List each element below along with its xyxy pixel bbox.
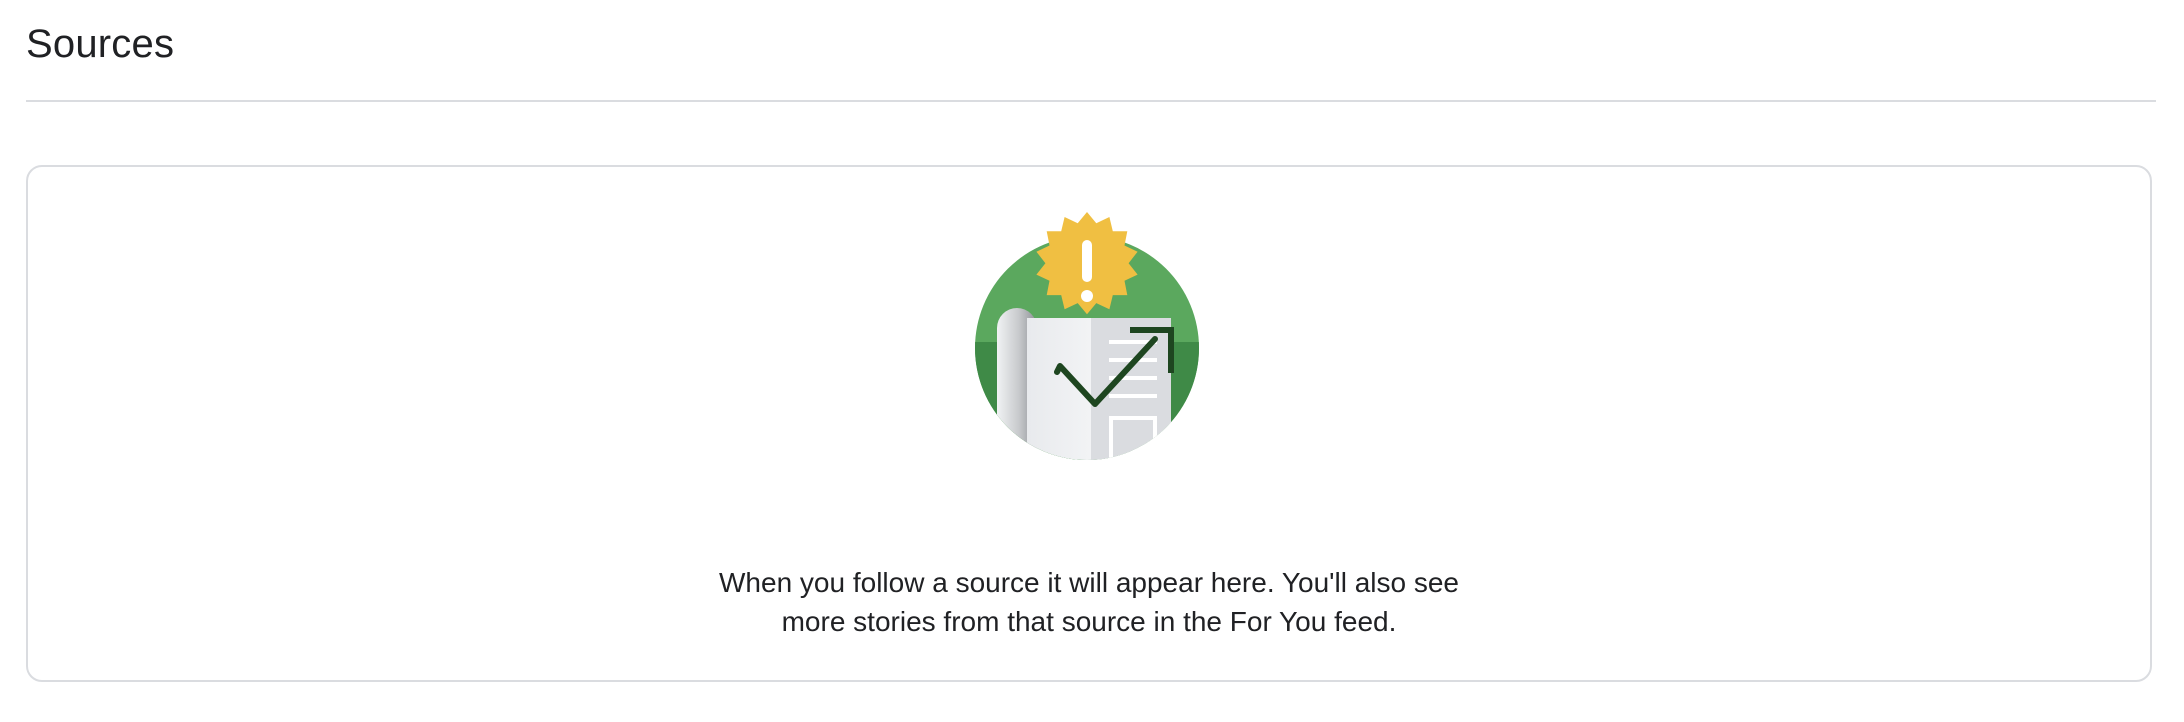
- page-title: Sources: [26, 22, 175, 66]
- empty-state-message-line-1: When you follow a source it will appear …: [719, 567, 1459, 598]
- empty-state-card: When you follow a source it will appear …: [26, 165, 2152, 682]
- newspaper-trending-badge-icon: [975, 212, 1199, 460]
- empty-state-message: When you follow a source it will appear …: [28, 563, 2150, 641]
- sources-page: Sources When you follow a source it will…: [0, 0, 2184, 722]
- page-header: Sources: [26, 0, 2156, 102]
- empty-state-message-line-2: more stories from that source in the For…: [781, 606, 1397, 637]
